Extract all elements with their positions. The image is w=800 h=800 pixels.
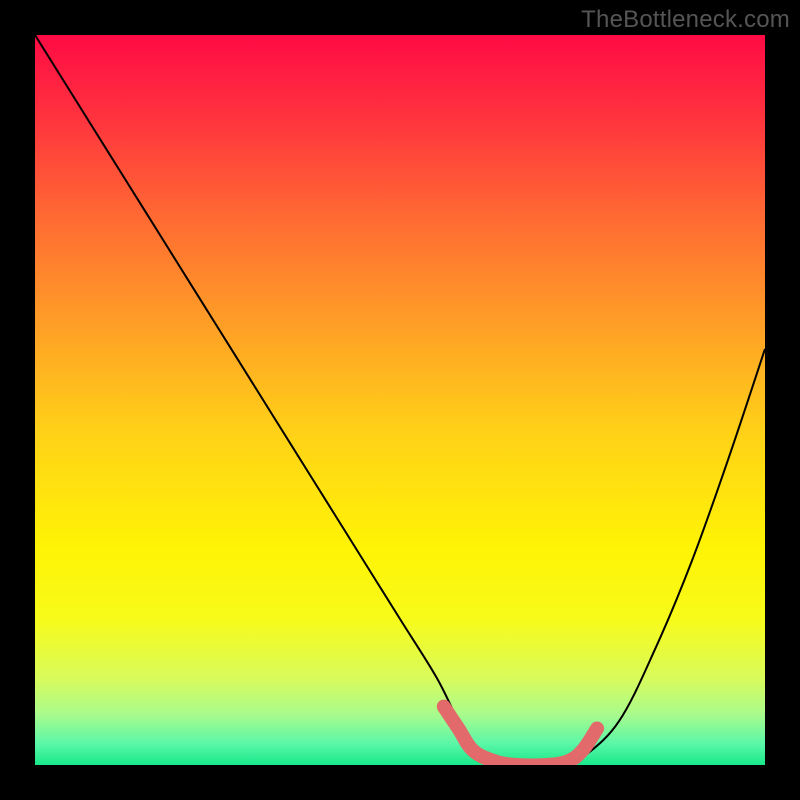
gradient-background (35, 35, 765, 765)
plot-svg (35, 35, 765, 765)
watermark-text: TheBottleneck.com (581, 6, 790, 34)
chart-frame: TheBottleneck.com (0, 0, 800, 800)
plot-area (35, 35, 765, 765)
